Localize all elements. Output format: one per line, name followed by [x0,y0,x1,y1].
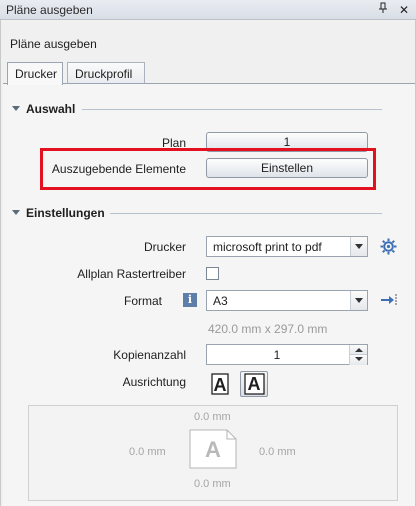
section-einstellungen-title: Einstellungen [26,206,105,220]
tab-druckprofil[interactable]: Druckprofil [67,62,145,84]
portrait-orientation-icon[interactable]: A [208,372,232,396]
landscape-orientation-icon[interactable]: A [240,371,268,397]
spin-down-icon[interactable] [349,355,367,365]
format-select[interactable]: A3 [206,290,368,311]
gear-icon[interactable] [380,238,397,258]
drucker-label: Drucker [143,240,186,254]
drucker-select-value: microsoft print to pdf [213,240,322,254]
rastertreiber-label: Allplan Rastertreiber [77,267,186,281]
rastertreiber-checkbox[interactable] [206,267,219,280]
section-auswahl[interactable]: Auswahl [12,102,402,116]
panel-title: Pläne ausgeben [10,37,97,51]
margin-bottom-value: 0.0 mm [194,478,231,490]
tab-drucker[interactable]: Drucker [7,62,63,85]
page-preview-glyph: A [205,437,221,462]
margin-right-value: 0.0 mm [259,446,296,458]
section-auswahl-title: Auswahl [26,102,76,116]
chevron-down-icon[interactable] [350,291,367,310]
section-einstellungen[interactable]: Einstellungen [12,206,402,220]
spin-up-icon[interactable] [349,345,367,355]
page-preview-icon: A [189,429,237,469]
arrow-to-line-icon[interactable] [380,293,398,310]
margin-left-value: 0.0 mm [129,446,166,458]
ausrichtung-label: Ausrichtung [122,375,186,389]
window-title: Pläne ausgeben [6,3,93,17]
pin-icon[interactable] [375,2,391,18]
chevron-down-icon[interactable] [350,237,367,256]
collapse-triangle-icon[interactable] [12,210,20,215]
kopienanzahl-stepper[interactable]: 1 [206,344,368,365]
close-icon[interactable]: ✕ [396,2,412,18]
section-divider [82,109,382,110]
section-divider [110,213,382,214]
landscape-glyph: A [247,374,261,394]
window-titlebar: Pläne ausgeben ✕ [0,0,416,20]
portrait-glyph: A [213,375,227,395]
kopienanzahl-label: Kopienanzahl [113,348,186,362]
format-select-value: A3 [213,294,228,308]
format-label: Format [123,294,162,308]
info-icon[interactable]: i [183,293,197,307]
kopienanzahl-value: 1 [273,348,281,362]
margin-top-value: 0.0 mm [194,411,231,423]
drucker-select[interactable]: microsoft print to pdf [206,236,368,257]
highlight-frame [40,148,376,190]
collapse-triangle-icon[interactable] [12,106,20,111]
format-size-text: 420.0 mm x 297.0 mm [208,322,328,336]
